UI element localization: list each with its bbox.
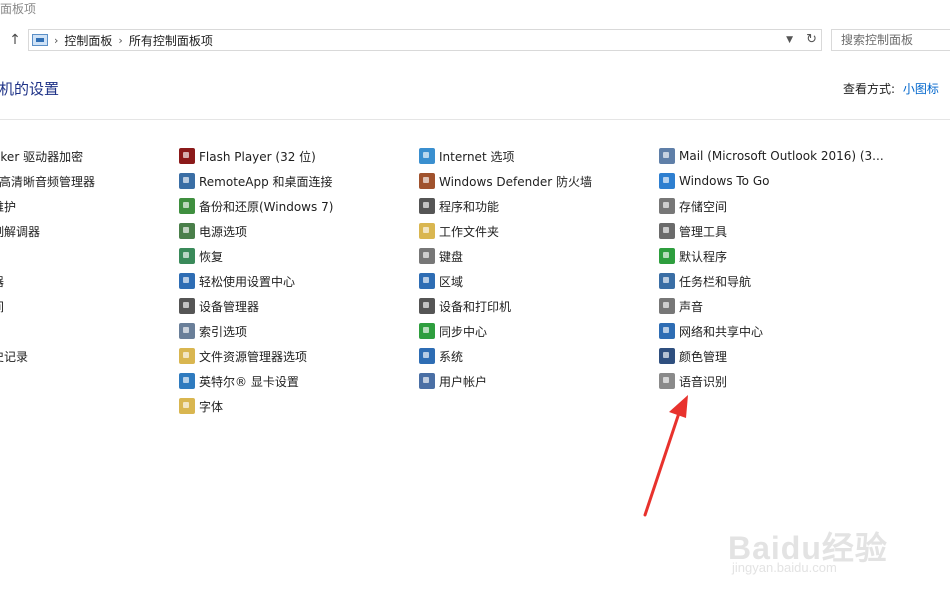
arrow-shaft	[643, 408, 682, 517]
arrow-head	[669, 395, 688, 418]
watermark: Baidu经验 jingyan.baidu.com	[728, 515, 928, 575]
annotation-arrow	[643, 395, 688, 517]
watermark-url: jingyan.baidu.com	[732, 560, 837, 575]
